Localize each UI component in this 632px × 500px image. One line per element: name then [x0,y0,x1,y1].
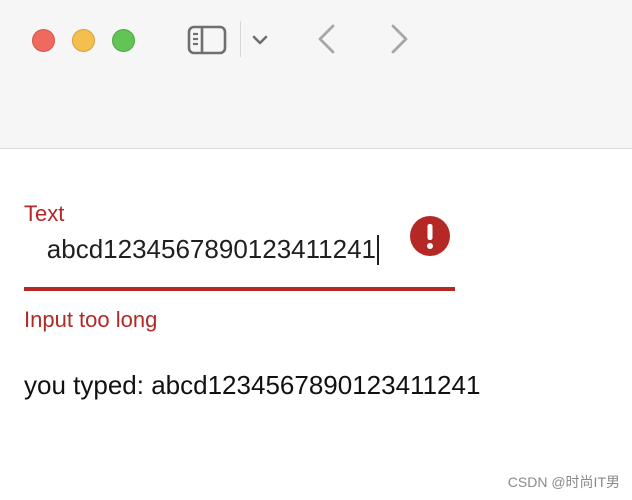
forward-chevron-icon[interactable] [384,22,414,56]
error-icon [410,216,450,256]
watermark: CSDN @时尚IT男 [507,474,620,490]
typed-value: abcd1234567890123411241 [151,370,481,400]
typed-prefix: you typed: [24,370,144,400]
close-window-button[interactable] [32,29,55,52]
text-input[interactable]: abcd1234567890123411241 [24,229,380,269]
text-cursor [377,235,379,265]
window-titlebar [0,0,632,149]
chevron-down-icon[interactable] [250,30,270,50]
minimize-window-button[interactable] [72,29,95,52]
back-chevron-icon[interactable] [312,22,342,56]
text-input-value[interactable]: abcd1234567890123411241 [47,233,376,265]
sidebar-toggle-icon[interactable] [186,24,228,56]
text-field-underline [24,287,455,291]
zoom-window-button[interactable] [112,29,135,52]
typed-output: you typed: abcd1234567890123411241 [24,369,480,401]
text-field-label: Text [24,201,65,226]
page-content: Text abcd1234567890123411241 Input too l… [0,149,632,500]
toolbar-separator [240,21,241,57]
error-message: Input too long [24,307,158,332]
